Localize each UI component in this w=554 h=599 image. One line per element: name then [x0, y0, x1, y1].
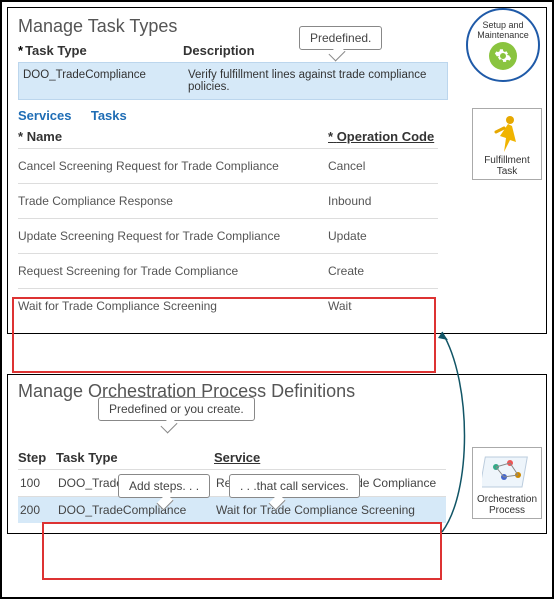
task-type-columns: *Task Type Description — [18, 43, 536, 58]
service-name: Cancel Screening Request for Trade Compl… — [18, 159, 328, 173]
orch-step: 200 — [20, 503, 58, 517]
process-diagram-icon — [475, 452, 539, 494]
fulfillment-task-badge: Fulfillment Task — [472, 108, 542, 180]
page-title: Manage Orchestration Process Definitions — [18, 381, 536, 402]
tabs: Services Tasks — [18, 108, 536, 123]
task-type-description: Verify fulfillment lines against trade c… — [188, 69, 443, 93]
service-op: Cancel — [328, 159, 428, 173]
services-columns: * Name * Operation Code — [18, 129, 438, 148]
orch-service: Wait for Trade Compliance Screening — [216, 503, 415, 517]
badge-label: Fulfillment Task — [475, 155, 539, 177]
task-type-row[interactable]: DOO_TradeCompliance Verify fulfillment l… — [18, 62, 448, 100]
page-title: Manage Task Types — [18, 16, 536, 37]
tab-tasks[interactable]: Tasks — [91, 108, 127, 123]
service-row[interactable]: Cancel Screening Request for Trade Compl… — [18, 148, 438, 183]
col-task-type: Task Type — [56, 450, 214, 465]
gear-icon — [489, 42, 517, 70]
service-name: Request Screening for Trade Compliance — [18, 264, 328, 278]
service-name: Trade Compliance Response — [18, 194, 328, 208]
orch-tasktype: DOO_TradeCompliance — [58, 503, 216, 517]
service-name: Wait for Trade Compliance Screening — [18, 299, 328, 313]
service-op: Wait — [328, 299, 428, 313]
service-row[interactable]: Trade Compliance Response Inbound — [18, 183, 438, 218]
service-row[interactable]: Update Screening Request for Trade Compl… — [18, 218, 438, 253]
badge-label: Setup and Maintenance — [468, 20, 538, 40]
service-row[interactable]: Wait for Trade Compliance Screening Wait — [18, 288, 438, 323]
service-op: Inbound — [328, 194, 428, 208]
service-op: Create — [328, 264, 428, 278]
manage-task-types-panel: Manage Task Types *Task Type Description… — [7, 7, 547, 334]
col-service: Service — [214, 450, 260, 465]
col-task-type: Task Type — [25, 43, 87, 58]
orchestration-process-badge: Orchestration Process — [472, 447, 542, 519]
tab-services[interactable]: Services — [18, 108, 72, 123]
col-description: Description — [183, 43, 255, 58]
manage-orchestration-panel: Manage Orchestration Process Definitions… — [7, 374, 547, 534]
col-operation-code: Operation Code — [337, 129, 435, 144]
col-step: Step — [18, 450, 56, 465]
service-name: Update Screening Request for Trade Compl… — [18, 229, 328, 243]
callout-predefined-or-create: Predefined or you create. — [98, 397, 255, 421]
task-type-value: DOO_TradeCompliance — [23, 69, 188, 93]
runner-icon — [475, 113, 539, 155]
service-op: Update — [328, 229, 428, 243]
badge-label: Orchestration Process — [475, 494, 539, 516]
setup-maintenance-badge: Setup and Maintenance — [466, 8, 540, 82]
orch-row[interactable]: 200 DOO_TradeCompliance Wait for Trade C… — [18, 496, 446, 523]
callout-call-services: . . .that call services. — [229, 474, 360, 498]
orch-columns: Step Task Type Service — [18, 450, 446, 465]
service-row[interactable]: Request Screening for Trade Compliance C… — [18, 253, 438, 288]
orch-step: 100 — [20, 476, 58, 490]
col-name: Name — [27, 129, 62, 144]
